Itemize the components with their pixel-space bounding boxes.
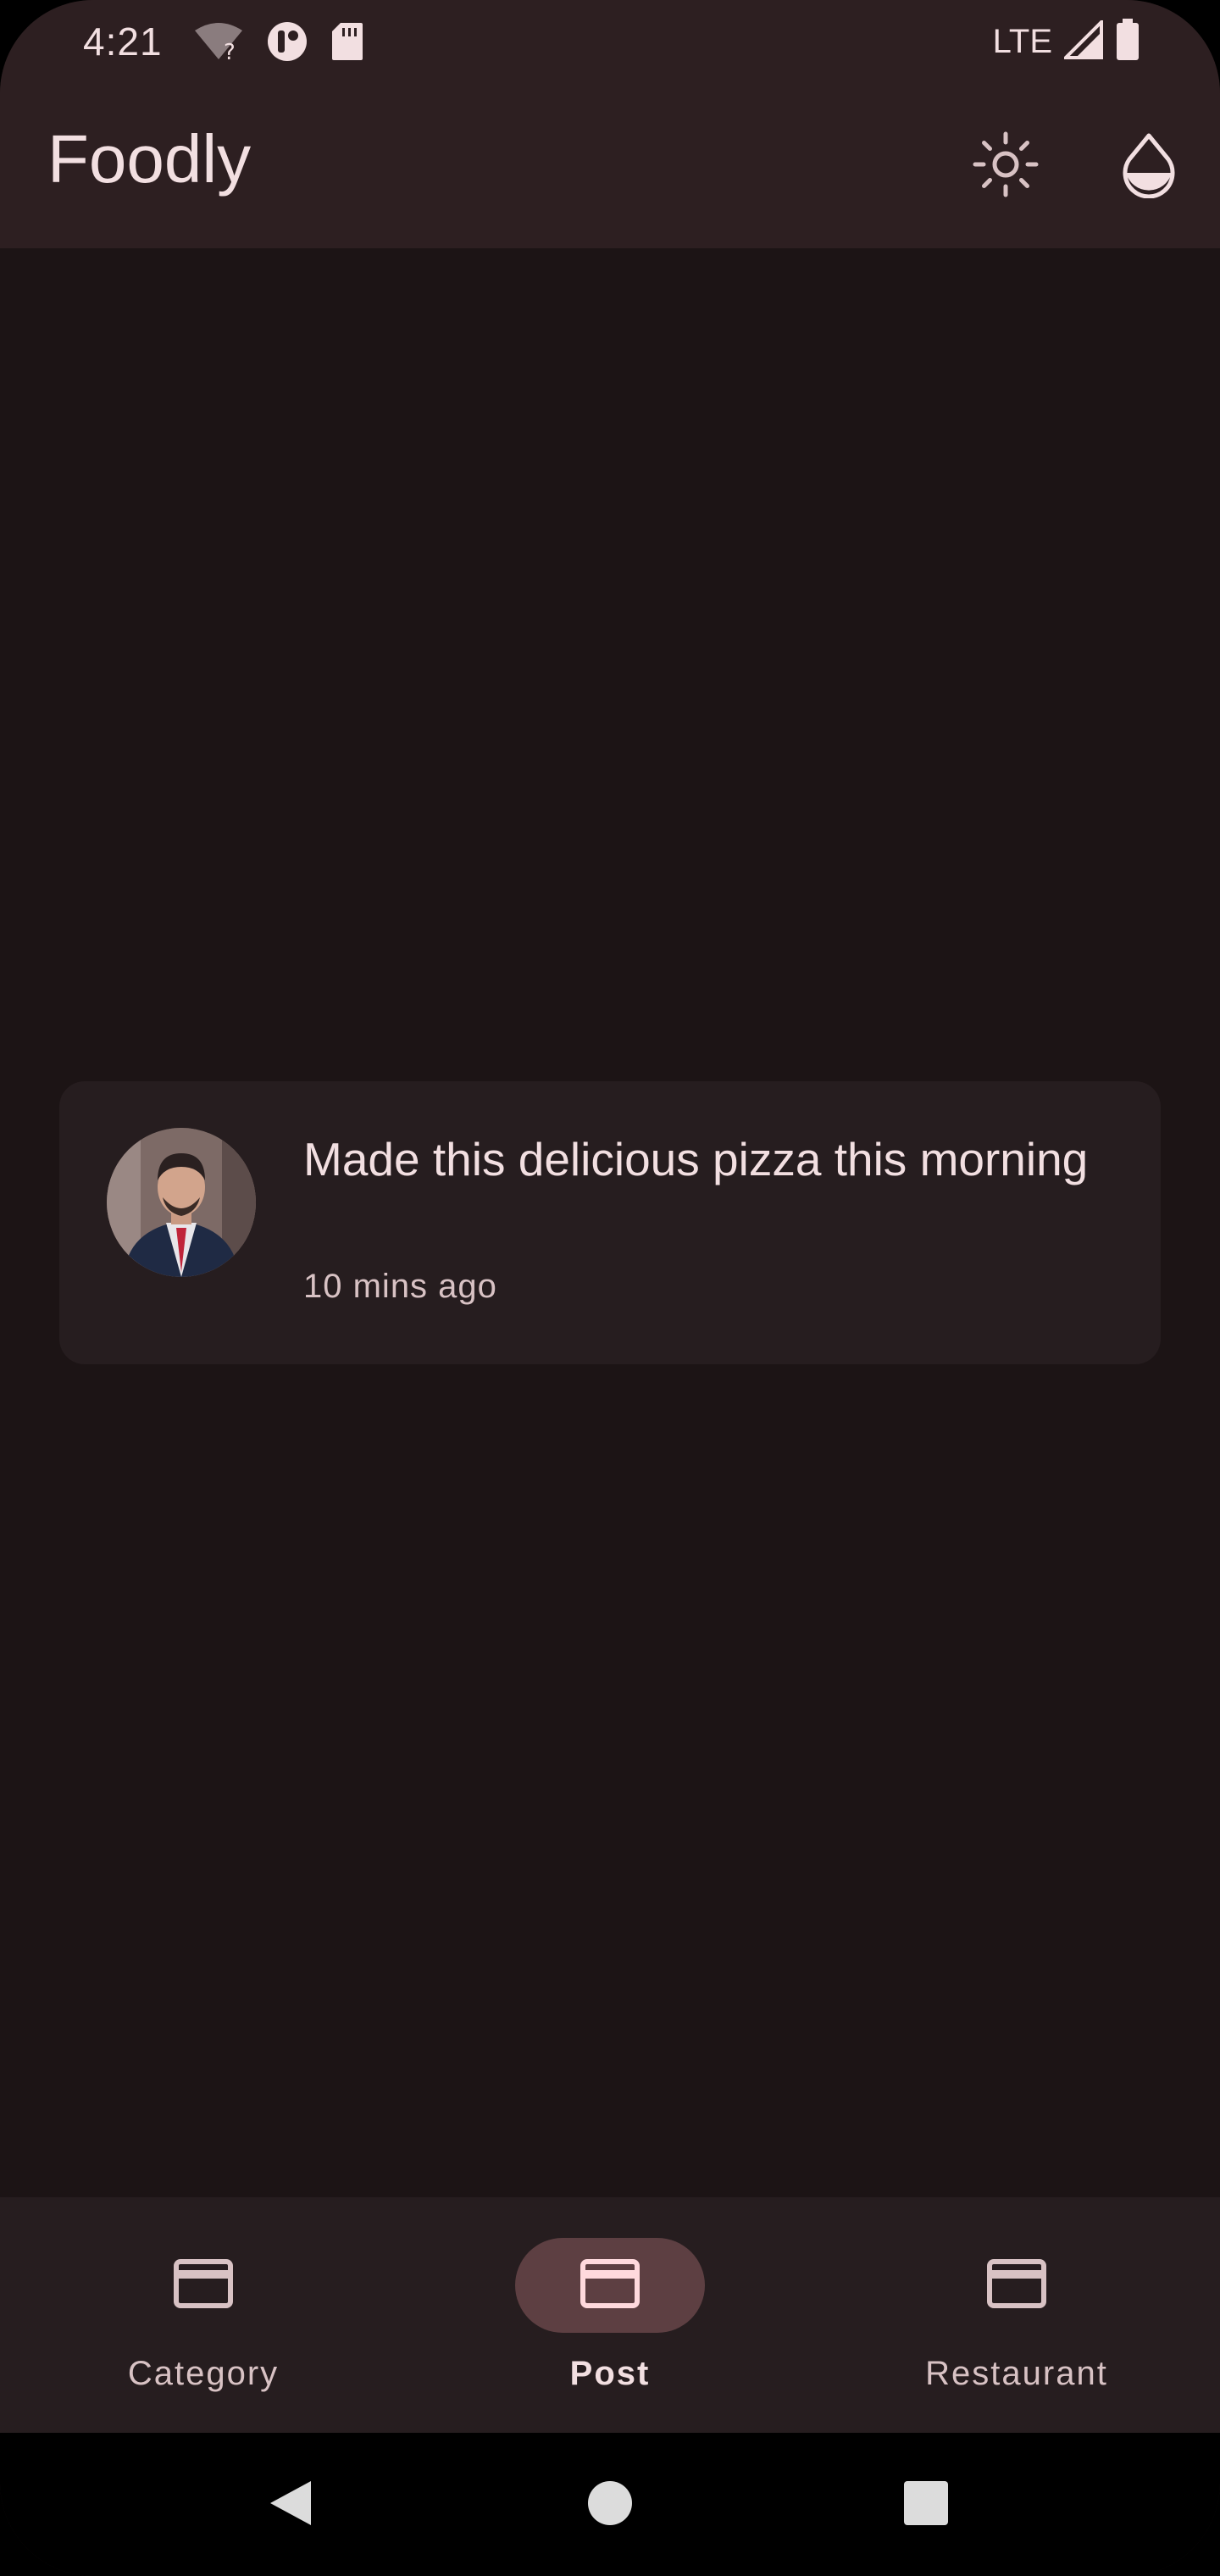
recents-icon <box>902 2479 950 2531</box>
back-icon <box>265 2478 316 2533</box>
user-avatar <box>107 1128 256 1277</box>
feed-content: Made this delicious pizza this morning 1… <box>0 248 1220 2197</box>
home-icon <box>586 2479 634 2531</box>
svg-text:?: ? <box>224 40 236 63</box>
nav-item-post[interactable]: Post <box>407 2197 813 2433</box>
post-card[interactable]: Made this delicious pizza this morning 1… <box>59 1081 1161 1364</box>
sd-card-icon <box>330 21 364 66</box>
nav-item-category[interactable]: Category <box>0 2197 407 2433</box>
back-button[interactable] <box>252 2467 329 2543</box>
nav-item-restaurant[interactable]: Restaurant <box>813 2197 1220 2433</box>
color-drop-icon <box>1119 130 1178 203</box>
screen: 4:21 ? LTE Foodly Made this delicious pi… <box>0 0 1220 2576</box>
card-icon <box>986 2258 1047 2313</box>
brightness-icon <box>972 130 1040 203</box>
card-icon <box>173 2258 234 2313</box>
nav-indicator <box>922 2238 1112 2333</box>
recents-button[interactable] <box>888 2467 964 2543</box>
card-icon <box>580 2258 640 2313</box>
system-navigation-bar <box>0 2433 1220 2576</box>
theme-toggle-button[interactable] <box>955 115 1056 217</box>
nav-indicator-active <box>515 2238 705 2333</box>
nav-label-category: Category <box>127 2355 280 2392</box>
home-button[interactable] <box>572 2467 648 2543</box>
data-saver-icon <box>266 20 308 67</box>
status-time: 4:21 <box>83 19 163 64</box>
network-label: LTE <box>992 23 1052 60</box>
status-right: LTE <box>992 18 1140 65</box>
bottom-navigation: Category Post Restaurant <box>0 2197 1220 2433</box>
post-timestamp: 10 mins ago <box>303 1268 497 1305</box>
battery-icon <box>1115 19 1140 65</box>
app-title: Foodly <box>47 121 252 197</box>
status-bar: 4:21 ? LTE <box>0 0 1220 85</box>
signal-icon <box>1062 18 1103 64</box>
post-text: Made this delicious pizza this morning <box>303 1133 1089 1185</box>
color-picker-button[interactable] <box>1098 115 1200 217</box>
nav-indicator <box>108 2238 298 2333</box>
nav-label-restaurant: Restaurant <box>925 2355 1108 2392</box>
status-left-icons: ? <box>193 20 364 67</box>
app-bar: Foodly <box>0 85 1220 248</box>
wifi-question-icon: ? <box>193 20 244 67</box>
nav-label-post: Post <box>569 2355 651 2392</box>
